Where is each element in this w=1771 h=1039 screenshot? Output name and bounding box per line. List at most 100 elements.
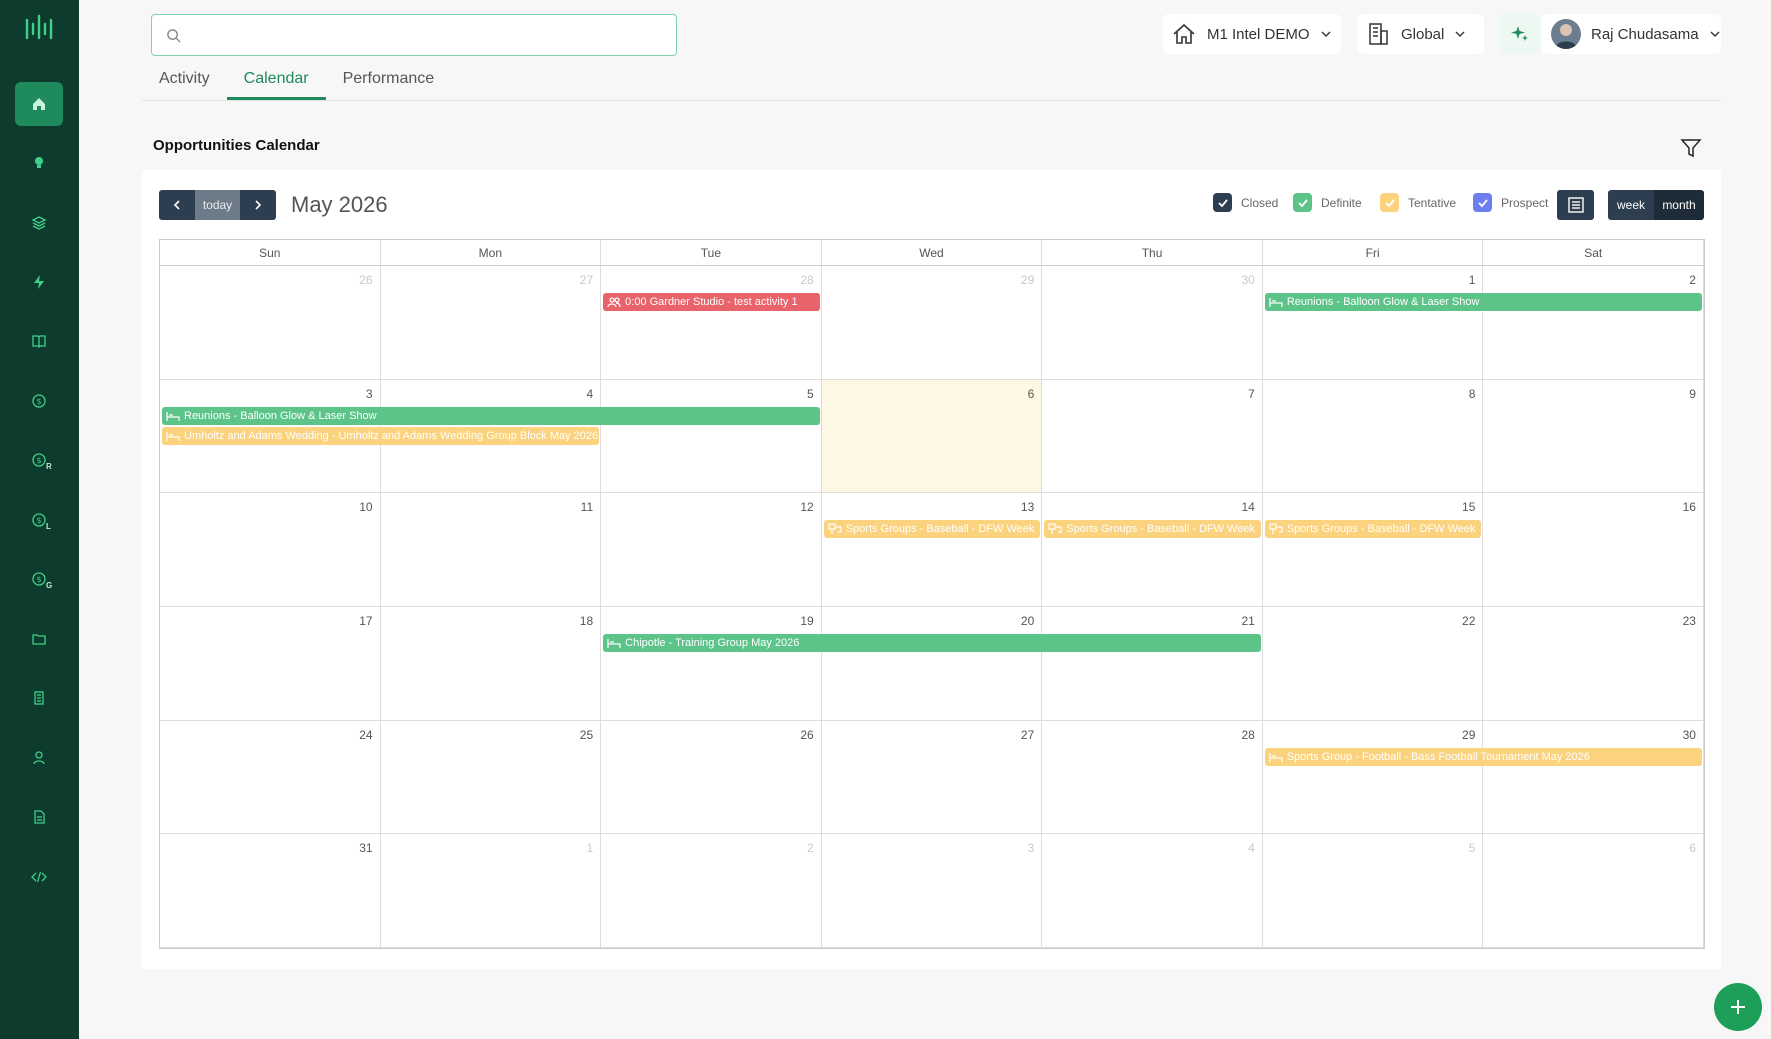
- calendar-event[interactable]: Sports Groups - Baseball - DFW Week: [823, 520, 1041, 539]
- day-cell[interactable]: 3: [821, 834, 1043, 948]
- view-switcher: week month: [1608, 190, 1704, 220]
- bed-icon: [607, 639, 621, 648]
- day-cell[interactable]: 28: [601, 266, 822, 380]
- calendar-event[interactable]: Reunions - Balloon Glow & Laser Show: [1264, 293, 1702, 311]
- day-cell[interactable]: 4: [1042, 834, 1263, 948]
- day-cell[interactable]: 17: [160, 607, 381, 721]
- nav-revenue-l[interactable]: $ L: [15, 498, 63, 542]
- day-cell[interactable]: 22: [1262, 607, 1484, 721]
- day-cell[interactable]: 30: [1483, 720, 1704, 835]
- today-button[interactable]: today: [195, 190, 240, 220]
- meeting-icon: [1048, 523, 1062, 535]
- day-cell[interactable]: 31: [160, 834, 381, 948]
- tab-activity[interactable]: Activity: [142, 60, 227, 100]
- day-cell[interactable]: 27: [821, 720, 1043, 835]
- day-cell[interactable]: 20: [821, 607, 1043, 721]
- calendar-event[interactable]: Reunions - Balloon Glow & Laser Show: [162, 406, 820, 425]
- nav-activity[interactable]: [15, 260, 63, 304]
- user-menu[interactable]: Raj Chudasama: [1541, 14, 1721, 54]
- legend-tentative[interactable]: Tentative: [1380, 193, 1456, 212]
- day-cell[interactable]: 13: [821, 493, 1043, 607]
- nav-revenue-r[interactable]: $ R: [15, 438, 63, 482]
- nav-revenue[interactable]: $: [15, 379, 63, 423]
- day-cell[interactable]: 19: [601, 607, 822, 721]
- nav-ideas[interactable]: [15, 141, 63, 185]
- calendar-event[interactable]: Sports Group - Football - Bass Football …: [1264, 747, 1702, 766]
- legend-definite[interactable]: Definite: [1293, 193, 1362, 212]
- org-selector[interactable]: M1 Intel DEMO: [1163, 14, 1341, 54]
- day-cell[interactable]: 11: [380, 493, 602, 607]
- day-cell[interactable]: 24: [160, 720, 381, 835]
- add-button[interactable]: [1714, 983, 1762, 1031]
- day-cell[interactable]: 16: [1483, 493, 1704, 607]
- scope-selector[interactable]: Global: [1357, 14, 1484, 54]
- day-cell[interactable]: 29: [1262, 720, 1484, 835]
- day-cell[interactable]: 1: [1262, 266, 1484, 380]
- day-cell[interactable]: 6: [1483, 834, 1704, 948]
- weekday-header: Sun: [160, 240, 381, 266]
- checkbox-tentative[interactable]: [1380, 193, 1399, 212]
- day-cell[interactable]: 12: [601, 493, 822, 607]
- day-cell[interactable]: 27: [380, 266, 602, 380]
- day-cell[interactable]: 14: [1042, 493, 1263, 607]
- nav-code[interactable]: [15, 855, 63, 899]
- ai-assistant-button[interactable]: [1500, 14, 1540, 54]
- checkbox-prospect[interactable]: [1473, 193, 1492, 212]
- day-cell[interactable]: 2: [601, 834, 822, 948]
- legend-closed[interactable]: Closed: [1213, 193, 1278, 212]
- nav-home[interactable]: [15, 82, 63, 126]
- lightning-icon: [34, 275, 44, 289]
- day-cell[interactable]: 25: [380, 720, 602, 835]
- day-cell[interactable]: 9: [1483, 379, 1704, 494]
- day-cell[interactable]: 21: [1042, 607, 1263, 721]
- nav-building[interactable]: [15, 676, 63, 720]
- meeting-icon: [1269, 523, 1283, 535]
- tab-bar: Activity Calendar Performance: [142, 60, 451, 101]
- nav-revenue-g[interactable]: $ G: [15, 557, 63, 601]
- day-number: 27: [1020, 727, 1035, 742]
- day-cell[interactable]: 10: [160, 493, 381, 607]
- month-view-button[interactable]: month: [1654, 190, 1704, 220]
- day-cell[interactable]: 30: [1042, 266, 1263, 380]
- checkbox-definite[interactable]: [1293, 193, 1312, 212]
- day-cell[interactable]: 15: [1262, 493, 1484, 607]
- checkbox-closed[interactable]: [1213, 193, 1232, 212]
- day-cell[interactable]: 5: [1262, 834, 1484, 948]
- filter-icon[interactable]: [1680, 137, 1702, 159]
- nav-layers[interactable]: [15, 201, 63, 245]
- list-view-button[interactable]: [1557, 190, 1594, 220]
- day-cell[interactable]: 28: [1042, 720, 1263, 835]
- day-cell[interactable]: 26: [601, 720, 822, 835]
- day-number: 29: [1020, 273, 1035, 287]
- day-cell[interactable]: 2: [1483, 266, 1704, 380]
- nav-user[interactable]: [15, 736, 63, 780]
- day-cell[interactable]: 23: [1483, 607, 1704, 721]
- day-cell[interactable]: 26: [160, 266, 381, 380]
- search-input[interactable]: [192, 23, 662, 47]
- day-cell[interactable]: 5: [601, 379, 822, 494]
- calendar-event[interactable]: Umholtz and Adams Wedding - Umholtz and …: [162, 426, 600, 445]
- week-view-button[interactable]: week: [1608, 190, 1654, 220]
- prev-month-button[interactable]: [159, 190, 195, 220]
- app-logo-icon[interactable]: [24, 12, 54, 42]
- search-box[interactable]: [151, 14, 677, 56]
- calendar-event[interactable]: Sports Groups - Baseball - DFW Week: [1044, 520, 1261, 539]
- day-cell[interactable]: 7: [1042, 379, 1263, 494]
- tab-calendar[interactable]: Calendar: [226, 60, 326, 100]
- tab-performance[interactable]: Performance: [326, 60, 452, 100]
- calendar-event[interactable]: 0:00 Gardner Studio - test activity 1: [603, 293, 820, 311]
- nav-book[interactable]: [15, 319, 63, 363]
- day-cell[interactable]: 1: [380, 834, 602, 948]
- next-month-button[interactable]: [240, 190, 276, 220]
- day-number: 30: [1682, 727, 1696, 742]
- day-cell[interactable]: 29: [821, 266, 1043, 380]
- search-icon: [167, 29, 181, 43]
- day-cell[interactable]: 18: [380, 607, 602, 721]
- nav-document[interactable]: [15, 795, 63, 839]
- day-cell[interactable]: 6: [821, 379, 1043, 494]
- nav-folder[interactable]: [15, 617, 63, 661]
- legend-prospect[interactable]: Prospect: [1473, 193, 1548, 212]
- calendar-event[interactable]: Chipotle - Training Group May 2026: [603, 634, 1261, 652]
- calendar-event[interactable]: Sports Groups - Baseball - DFW Week: [1264, 520, 1482, 539]
- day-cell[interactable]: 8: [1262, 379, 1484, 494]
